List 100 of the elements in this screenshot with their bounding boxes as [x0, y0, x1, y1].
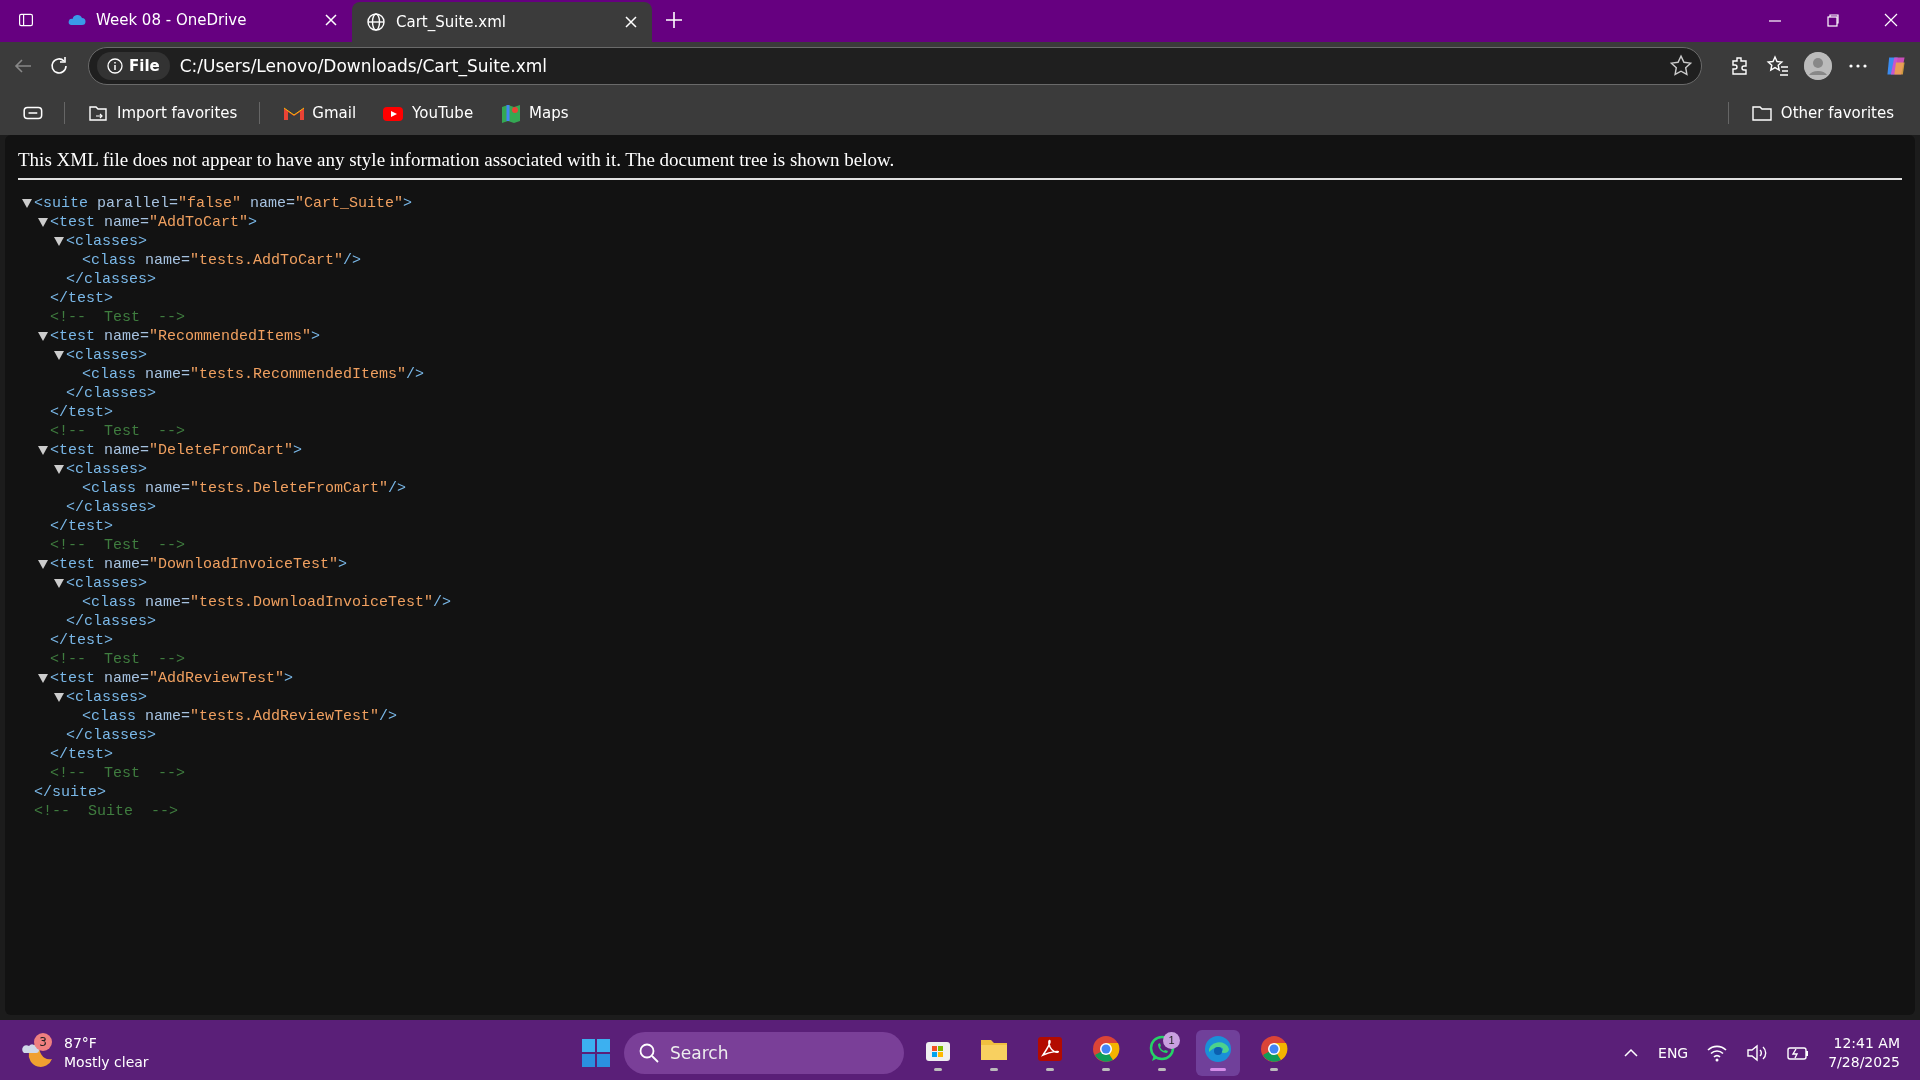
close-icon[interactable] — [1883, 12, 1899, 28]
xml-tag: <suite — [34, 194, 88, 213]
xml-tag: /> — [388, 479, 407, 498]
clock-time[interactable]: 12:41 AM — [1833, 1033, 1900, 1053]
xml-tag: </classes> — [66, 384, 156, 403]
browser-tab[interactable]: Cart_Suite.xml — [352, 2, 652, 42]
attribute-value: "tests.AddToCart" — [190, 251, 344, 270]
attribute-name: name= — [145, 593, 191, 612]
xml-tag: <classes — [66, 232, 138, 251]
attribute-value: "DownloadInvoiceTest" — [149, 555, 339, 574]
favorite-link[interactable]: Maps — [495, 99, 573, 126]
search-field[interactable]: Search — [624, 1031, 904, 1074]
collapse-arrow-icon[interactable] — [38, 560, 48, 569]
xml-tag: <classes — [66, 688, 138, 707]
favorite-link[interactable]: YouTube — [378, 99, 478, 126]
xml-tag: <class — [82, 365, 136, 384]
attribute-value: "tests.DeleteFromCart" — [190, 479, 389, 498]
collapse-arrow-icon[interactable] — [38, 674, 48, 683]
attribute-name: name= — [250, 194, 296, 213]
profile-avatar-icon[interactable] — [1804, 52, 1832, 80]
language-indicator[interactable]: ENG — [1658, 1044, 1689, 1061]
notification-badge: 1 — [1163, 1031, 1180, 1049]
taskbar-app-button[interactable] — [1196, 1029, 1240, 1076]
star-icon[interactable] — [1669, 54, 1693, 78]
attribute-value: "tests.AddReviewTest" — [190, 707, 380, 726]
xml-tag: <classes — [66, 574, 138, 593]
weather-condition: Mostly clear — [64, 1052, 149, 1072]
browser-logo-icon — [1203, 1034, 1233, 1064]
collapse-arrow-icon[interactable] — [38, 218, 48, 227]
address-bar[interactable]: File C:/Users/Lenovo/Downloads/Cart_Suite.xml — [88, 47, 1702, 85]
attribute-name: name= — [145, 707, 191, 726]
collapse-arrow-icon[interactable] — [54, 579, 64, 588]
xml-tag: </classes> — [66, 270, 156, 289]
xml-tag: /> — [406, 365, 425, 384]
collapse-arrow-icon[interactable] — [54, 693, 64, 702]
xml-comment: <!-- Test --> — [50, 308, 186, 327]
xml-tag: > — [138, 460, 148, 479]
info-message: This XML file does not appear to have any style information associated with it. The document tree is shown below. — [18, 149, 1902, 180]
globe-icon — [366, 12, 386, 32]
refresh-icon[interactable] — [48, 55, 70, 77]
xml-tag: > — [138, 688, 148, 707]
xml-tag: > — [311, 327, 321, 346]
close-icon[interactable] — [624, 15, 638, 29]
browser-logo-icon — [1259, 1034, 1289, 1064]
xml-tag: > — [293, 441, 303, 460]
taskbar-app-button[interactable]: 1 — [1140, 1029, 1184, 1076]
xml-tag: <test — [50, 441, 95, 460]
xml-tag: > — [138, 232, 148, 251]
xml-tag: <test — [50, 555, 95, 574]
collapse-arrow-icon[interactable] — [54, 237, 64, 246]
xml-comment: <!-- Suite --> — [34, 802, 179, 821]
collapse-arrow-icon[interactable] — [38, 446, 48, 455]
site-info-button[interactable]: File — [97, 52, 170, 80]
attribute-value: "false" — [178, 194, 242, 213]
attribute-value: "DeleteFromCart" — [149, 441, 294, 460]
clock-date[interactable]: 7/28/2025 — [1828, 1052, 1900, 1072]
attribute-name: name= — [145, 251, 191, 270]
xml-tag: </test> — [50, 517, 113, 536]
attribute-name: name= — [104, 555, 150, 574]
favorite-link[interactable]: Import favorites — [83, 99, 242, 126]
xml-tag: <class — [82, 707, 136, 726]
xml-comment: <!-- Test --> — [50, 764, 186, 783]
xml-tag: <test — [50, 213, 95, 232]
xml-comment: <!-- Test --> — [50, 422, 186, 441]
browser-logo-icon — [1091, 1034, 1121, 1064]
document-icon — [1035, 1034, 1065, 1064]
attribute-value: "Cart_Suite" — [295, 194, 404, 213]
favorite-link[interactable]: Gmail — [278, 99, 361, 126]
attribute-name: name= — [145, 479, 191, 498]
xml-tag: <test — [50, 327, 95, 346]
attribute-value: "AddToCart" — [149, 213, 249, 232]
attribute-name: name= — [104, 441, 150, 460]
xml-tag: </test> — [50, 403, 113, 422]
search-icon — [638, 1041, 660, 1064]
collapse-arrow-icon[interactable] — [22, 199, 32, 208]
attribute-value: "tests.RecommendedItems" — [190, 365, 407, 384]
volume-icon[interactable] — [1746, 1042, 1769, 1063]
info-icon — [107, 58, 123, 74]
browser-tab[interactable]: Week 08 - OneDrive — [52, 2, 352, 38]
xml-tag: > — [403, 194, 413, 213]
close-icon[interactable] — [324, 13, 338, 27]
attribute-name: name= — [104, 669, 150, 688]
favorite-link[interactable]: Other favorites — [1746, 99, 1898, 126]
favorites-icon[interactable] — [1766, 54, 1790, 78]
xml-tag: > — [248, 213, 258, 232]
attribute-name: parallel= — [97, 194, 179, 213]
temperature-text: 87°F — [64, 1033, 98, 1053]
xml-tag: </classes> — [66, 726, 156, 745]
xml-comment: <!-- Test --> — [50, 536, 186, 555]
windows-start-icon[interactable] — [580, 1036, 612, 1069]
restore-icon[interactable] — [1825, 12, 1841, 28]
collapse-arrow-icon[interactable] — [54, 351, 64, 360]
collapse-arrow-icon[interactable] — [38, 332, 48, 341]
attribute-name: name= — [104, 327, 150, 346]
xml-tag: </test> — [50, 289, 113, 308]
collapse-arrow-icon[interactable] — [54, 465, 64, 474]
xml-tag: </classes> — [66, 612, 156, 631]
xml-comment: <!-- Test --> — [50, 650, 186, 669]
xml-tag: <classes — [66, 346, 138, 365]
xml-tag: > — [138, 574, 148, 593]
